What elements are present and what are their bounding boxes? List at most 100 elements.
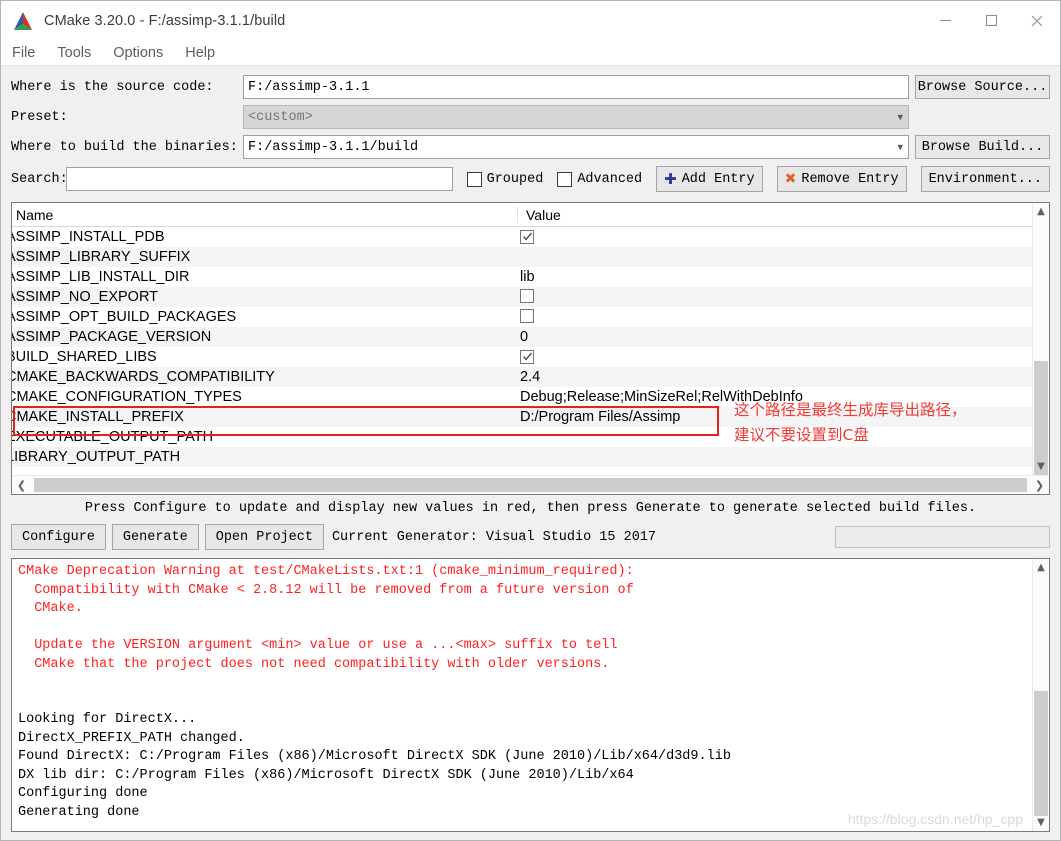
environment-button[interactable]: Environment... xyxy=(920,166,1050,192)
grouped-checkbox[interactable]: Grouped xyxy=(466,171,544,187)
menu-bar: File Tools Options Help xyxy=(1,40,1060,66)
cell-name: ASSIMP_INSTALL_PDB xyxy=(12,229,165,245)
search-row: Search: Grouped Advanced ✚ Add Entry ✖ R… xyxy=(11,166,1050,192)
table-row[interactable]: BUILD_SHARED_LIBS xyxy=(12,347,1049,367)
table-header: Name Value xyxy=(12,203,1049,227)
table-row[interactable]: LIBRARY_OUTPUT_PATH xyxy=(12,447,1049,467)
scrollbar-thumb[interactable] xyxy=(34,478,1027,492)
chevron-right-icon[interactable]: ❯ xyxy=(1030,479,1049,492)
checkbox-checked-icon[interactable] xyxy=(520,349,534,364)
cell-name: EXECUTABLE_OUTPUT_PATH xyxy=(12,429,214,445)
source-row: Where is the source code: F:/assimp-3.1.… xyxy=(11,74,1050,100)
minimize-button[interactable] xyxy=(922,1,968,40)
search-input[interactable] xyxy=(66,167,453,191)
cell-name: ASSIMP_OPT_BUILD_PACKAGES xyxy=(12,309,237,325)
menu-item-tools[interactable]: Tools xyxy=(57,45,101,61)
binaries-input[interactable]: F:/assimp-3.1.1/build ▾ xyxy=(243,135,909,159)
annotation-line-1: 这个路径是最终生成库导出路径， xyxy=(734,401,967,419)
cell-name: ASSIMP_NO_EXPORT xyxy=(12,289,159,305)
cache-variables-table: Name Value ASSIMP_INSTALL_PDB ASSIMP_LIBR… xyxy=(11,202,1050,495)
cell-value[interactable]: 2.4 xyxy=(512,369,1049,385)
generate-button[interactable]: Generate xyxy=(111,524,199,550)
table-row[interactable]: ASSIMP_NO_EXPORT xyxy=(12,287,1049,307)
cell-name: CMAKE_BACKWARDS_COMPATIBILITY xyxy=(12,369,275,385)
add-entry-label: Add Entry xyxy=(681,171,755,187)
table-horizontal-scrollbar[interactable]: ❮ ❯ xyxy=(12,475,1049,494)
column-header-value[interactable]: Value xyxy=(518,207,1049,223)
x-mark-icon: ✖ xyxy=(784,171,797,187)
preset-row: Preset: <custom> ▾ xyxy=(11,104,1050,130)
chevron-down-icon: ▾ xyxy=(897,110,903,124)
cell-name: BUILD_SHARED_LIBS xyxy=(12,349,157,365)
cell-name: ASSIMP_LIB_INSTALL_DIR xyxy=(12,269,190,285)
configure-button[interactable]: Configure xyxy=(11,524,106,550)
table-row[interactable]: ASSIMP_LIB_INSTALL_DIR lib xyxy=(12,267,1049,287)
cell-value[interactable] xyxy=(512,349,1049,366)
menu-item-help[interactable]: Help xyxy=(185,45,225,61)
binaries-value: F:/assimp-3.1.1/build xyxy=(248,139,419,155)
menu-item-file[interactable]: File xyxy=(12,45,45,61)
column-header-name[interactable]: Name xyxy=(12,206,518,223)
search-label: Search: xyxy=(11,171,68,187)
maximize-button[interactable] xyxy=(968,1,1014,40)
advanced-label: Advanced xyxy=(577,171,643,187)
checkbox-unchecked-icon[interactable] xyxy=(520,309,534,323)
annotation-line-2: 建议不要设置到C盘 xyxy=(734,426,869,444)
table-row[interactable]: EXECUTABLE_OUTPUT_PATH xyxy=(12,427,1049,447)
cell-value[interactable] xyxy=(512,308,1049,326)
table-row[interactable]: ASSIMP_OPT_BUILD_PACKAGES xyxy=(12,307,1049,327)
cell-name: ASSIMP_LIBRARY_SUFFIX xyxy=(12,249,191,265)
plus-icon: ✚ xyxy=(664,169,677,188)
chevron-left-icon[interactable]: ❮ xyxy=(12,479,31,492)
close-button[interactable] xyxy=(1014,1,1060,40)
cell-name: CMAKE_INSTALL_PREFIX xyxy=(12,409,184,425)
chevron-down-icon[interactable]: ▼ xyxy=(1033,458,1049,475)
checkbox-box xyxy=(466,171,482,187)
log-content[interactable]: CMake Deprecation Warning at test/CMakeL… xyxy=(12,559,1049,822)
preset-select[interactable]: <custom> ▾ xyxy=(243,105,909,129)
path-form: Where is the source code: F:/assimp-3.1.… xyxy=(1,66,1060,196)
log-normal-text: Looking for DirectX... DirectX_PREFIX_PA… xyxy=(18,712,731,820)
table-rows: ASSIMP_INSTALL_PDB ASSIMP_LIBRARY_SUFFIX A… xyxy=(12,227,1049,467)
checkbox-unchecked-icon[interactable] xyxy=(520,289,534,303)
table-body: Name Value ASSIMP_INSTALL_PDB ASSIMP_LIBR… xyxy=(12,203,1049,475)
preset-value: <custom> xyxy=(248,109,313,125)
cell-name: ASSIMP_PACKAGE_VERSION xyxy=(12,329,212,345)
table-row[interactable]: ASSIMP_PACKAGE_VERSION 0 xyxy=(12,327,1049,347)
binaries-row: Where to build the binaries: F:/assimp-3… xyxy=(11,134,1050,160)
configure-hint: Press Configure to update and display ne… xyxy=(84,501,977,516)
preset-label: Preset: xyxy=(11,109,68,125)
advanced-checkbox[interactable]: Advanced xyxy=(557,171,643,187)
source-label: Where is the source code: xyxy=(11,79,214,95)
table-vertical-scrollbar[interactable]: ▲ ▼ xyxy=(1032,203,1049,475)
checkbox-checked-icon[interactable] xyxy=(520,229,534,244)
open-project-button[interactable]: Open Project xyxy=(204,524,324,550)
cell-name: LIBRARY_OUTPUT_PATH xyxy=(12,449,181,465)
add-entry-button[interactable]: ✚ Add Entry xyxy=(656,166,763,192)
cell-value[interactable]: lib xyxy=(512,269,1049,285)
cell-value[interactable] xyxy=(512,288,1049,306)
action-button-bar: Configure Generate Open Project Current … xyxy=(1,524,1060,550)
cell-name: CMAKE_CONFIGURATION_TYPES xyxy=(12,389,242,405)
cell-value[interactable] xyxy=(512,229,1049,246)
progress-bar xyxy=(835,526,1050,548)
chevron-up-icon[interactable]: ▲ xyxy=(1033,559,1049,576)
cell-value[interactable]: 0 xyxy=(512,329,1049,345)
remove-entry-button[interactable]: ✖ Remove Entry xyxy=(776,166,907,192)
chevron-up-icon[interactable]: ▲ xyxy=(1033,203,1049,220)
browse-build-button[interactable]: Browse Build... xyxy=(915,135,1050,159)
table-row[interactable]: ASSIMP_INSTALL_PDB xyxy=(12,227,1049,247)
binaries-label: Where to build the binaries: xyxy=(11,139,238,155)
chevron-down-icon[interactable]: ▼ xyxy=(1033,814,1049,831)
table-row[interactable]: ASSIMP_LIBRARY_SUFFIX xyxy=(12,247,1049,267)
checkbox-box xyxy=(557,171,573,187)
table-row[interactable]: CMAKE_BACKWARDS_COMPATIBILITY 2.4 xyxy=(12,367,1049,387)
grouped-label: Grouped xyxy=(486,171,544,187)
browse-source-button[interactable]: Browse Source... xyxy=(915,75,1050,99)
log-vertical-scrollbar[interactable]: ▲ ▼ xyxy=(1032,559,1049,831)
source-input[interactable]: F:/assimp-3.1.1 xyxy=(243,75,909,99)
current-generator-label: Current Generator: Visual Studio 15 2017 xyxy=(331,529,657,545)
scrollbar-thumb[interactable] xyxy=(1034,691,1048,816)
menu-item-options[interactable]: Options xyxy=(113,45,173,61)
cmake-gui-window: CMake 3.20.0 - F:/assimp-3.1.1/build Fil… xyxy=(0,0,1061,841)
